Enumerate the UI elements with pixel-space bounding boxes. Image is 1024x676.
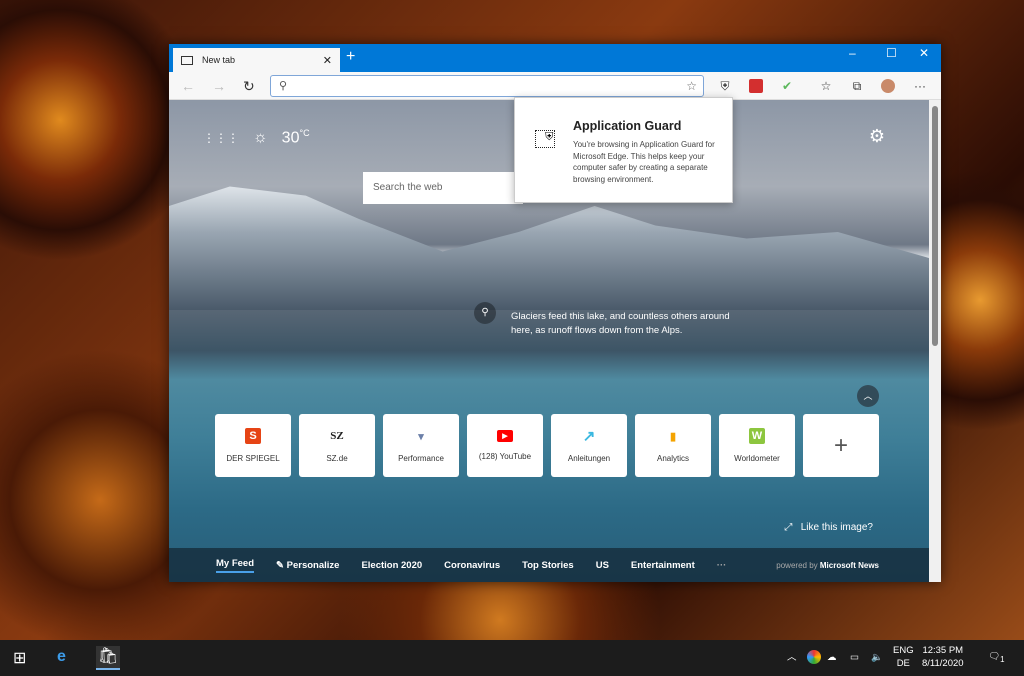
- time: 12:35 PM: [922, 645, 964, 656]
- sz-logo-icon: SZ: [330, 430, 344, 442]
- language-indicator[interactable]: ENG DE: [893, 644, 914, 670]
- quick-link-tile[interactable]: W Worldometer: [719, 414, 795, 477]
- application-guard-popup: ⛨ Application Guard You're browsing in A…: [514, 97, 733, 203]
- personalize-label: Personalize: [286, 559, 340, 571]
- scrollbar[interactable]: [929, 100, 941, 582]
- tile-label: Analytics: [656, 454, 689, 463]
- quick-link-tile[interactable]: ▶ (128) YouTube: [467, 414, 543, 477]
- temperature: 30: [281, 129, 300, 147]
- maximize-button[interactable]: ☐: [886, 46, 897, 60]
- apps-grid-icon[interactable]: ⋮⋮⋮: [203, 131, 239, 145]
- image-caption: Glaciers feed this lake, and countless o…: [511, 311, 730, 336]
- forward-button[interactable]: →: [212, 78, 226, 94]
- weather-sun-icon[interactable]: ☼: [253, 129, 268, 147]
- anleitungen-logo-icon: ↗: [582, 428, 596, 445]
- volume-icon[interactable]: 🔈: [871, 651, 883, 664]
- tab-close-button[interactable]: ✕: [323, 54, 332, 67]
- edge-legacy-icon[interactable]: e: [57, 648, 66, 666]
- temperature-unit: °C: [299, 128, 310, 138]
- minimize-button[interactable]: ‒: [849, 46, 856, 60]
- quick-link-tile[interactable]: ▮ Analytics: [635, 414, 711, 477]
- back-button[interactable]: ←: [181, 78, 195, 94]
- application-guard-shield-icon: ⛨: [535, 130, 555, 148]
- refresh-button[interactable]: ↻: [243, 78, 255, 95]
- performance-logo-icon: ▾: [418, 430, 424, 443]
- feed-tab-my-feed[interactable]: My Feed: [216, 558, 255, 573]
- toolbar: ← → ↻ ⚲ ☆ ⛨ ✔ ☆ ⧉ ···: [169, 72, 941, 100]
- chrome-tray-icon[interactable]: [807, 650, 821, 664]
- spiegel-logo-icon: S: [245, 428, 261, 444]
- notification-count: 1: [1000, 654, 1005, 664]
- lang-primary: ENG: [893, 645, 914, 656]
- favorites-icon[interactable]: ☆: [819, 79, 833, 93]
- tray-expand-icon[interactable]: ︿: [787, 651, 797, 664]
- tab-title: New tab: [202, 55, 236, 65]
- favorite-star-icon[interactable]: ☆: [686, 79, 697, 93]
- newtab-page-icon: [181, 55, 193, 65]
- extension-red-icon[interactable]: [749, 79, 763, 93]
- date: 8/11/2020: [922, 658, 964, 669]
- quick-link-tile[interactable]: S DER SPIEGEL: [215, 414, 291, 477]
- feed-tab-us[interactable]: US: [596, 560, 609, 571]
- settings-more-button[interactable]: ···: [913, 79, 927, 93]
- notifications-icon[interactable]: 🗨1: [988, 650, 1004, 666]
- popup-title: Application Guard: [573, 119, 682, 133]
- like-image-link[interactable]: ⤢ Like this image?: [784, 522, 873, 533]
- quick-links: S DER SPIEGEL SZ SZ.de ▾ Performance ▶ (128)…: [215, 414, 879, 477]
- network-icon[interactable]: ▭: [850, 651, 859, 664]
- feed-more-button[interactable]: ···: [717, 560, 727, 571]
- news-feed-bar: My Feed ✎ Personalize Election 2020 Coro…: [169, 548, 929, 582]
- expand-icon: ⤢: [784, 522, 796, 533]
- tile-label: Performance: [398, 454, 444, 463]
- quick-link-tile[interactable]: SZ SZ.de: [299, 414, 375, 477]
- gear-icon[interactable]: ⚙: [869, 126, 885, 147]
- plus-icon: +: [833, 431, 848, 459]
- weather-temp[interactable]: 30°C: [282, 128, 310, 147]
- windows-start-icon[interactable]: ⊞: [13, 648, 26, 668]
- store-icon[interactable]: 🛍: [96, 646, 120, 670]
- title-bar: New tab ✕ + ‒ ☐ ✕: [169, 44, 941, 72]
- lang-secondary: DE: [896, 658, 910, 669]
- image-search-icon[interactable]: ⚲: [474, 302, 496, 324]
- powered-by: powered by Microsoft News: [776, 561, 879, 570]
- feed-tab-top-stories[interactable]: Top Stories: [522, 560, 574, 571]
- close-button[interactable]: ✕: [919, 46, 929, 60]
- extension-green-icon[interactable]: ✔: [780, 79, 794, 93]
- collections-icon[interactable]: ⧉: [850, 79, 864, 93]
- add-quick-link-button[interactable]: +: [803, 414, 879, 477]
- scrollbar-thumb[interactable]: [932, 106, 938, 346]
- feed-tab-entertainment[interactable]: Entertainment: [631, 560, 695, 571]
- profile-avatar[interactable]: [881, 79, 895, 93]
- search-icon: ⚲: [279, 80, 288, 92]
- address-bar[interactable]: ⚲ ☆: [270, 75, 704, 97]
- tile-label: DER SPIEGEL: [226, 454, 280, 463]
- search-input[interactable]: Search the web: [363, 172, 523, 204]
- powered-by-label: powered by: [776, 560, 818, 570]
- quick-link-tile[interactable]: ↗ Anleitungen: [551, 414, 627, 477]
- feed-tab-coronavirus[interactable]: Coronavirus: [444, 560, 500, 571]
- analytics-logo-icon: ▮: [669, 430, 677, 443]
- clock[interactable]: 12:35 PM 8/11/2020: [922, 644, 964, 670]
- onedrive-icon[interactable]: ☁: [827, 651, 837, 664]
- youtube-logo-icon: ▶: [497, 430, 513, 442]
- chevron-up-icon[interactable]: ︿: [857, 385, 879, 407]
- like-image-label: Like this image?: [800, 522, 873, 533]
- microsoft-news-label: Microsoft News: [819, 560, 879, 570]
- popup-body: You're browsing in Application Guard for…: [573, 140, 715, 184]
- feed-tab-personalize[interactable]: ✎ Personalize: [276, 560, 339, 571]
- worldometer-logo-icon: W: [749, 428, 765, 444]
- tile-label: (128) YouTube: [478, 452, 532, 461]
- tab-new-tab[interactable]: New tab ✕: [173, 48, 340, 72]
- quick-link-tile[interactable]: ▾ Performance: [383, 414, 459, 477]
- new-tab-button[interactable]: +: [346, 48, 355, 66]
- taskbar: ⊞ e 🛍 ︿ ☁ ▭ 🔈 ENG DE 12:35 PM 8/11/2020 🗨1: [0, 640, 1024, 676]
- tile-label: SZ.de: [326, 454, 348, 463]
- application-guard-icon[interactable]: ⛨: [718, 79, 732, 93]
- feed-tab-election[interactable]: Election 2020: [361, 560, 422, 571]
- tile-label: Anleitungen: [567, 454, 611, 463]
- tile-label: Worldometer: [734, 454, 780, 463]
